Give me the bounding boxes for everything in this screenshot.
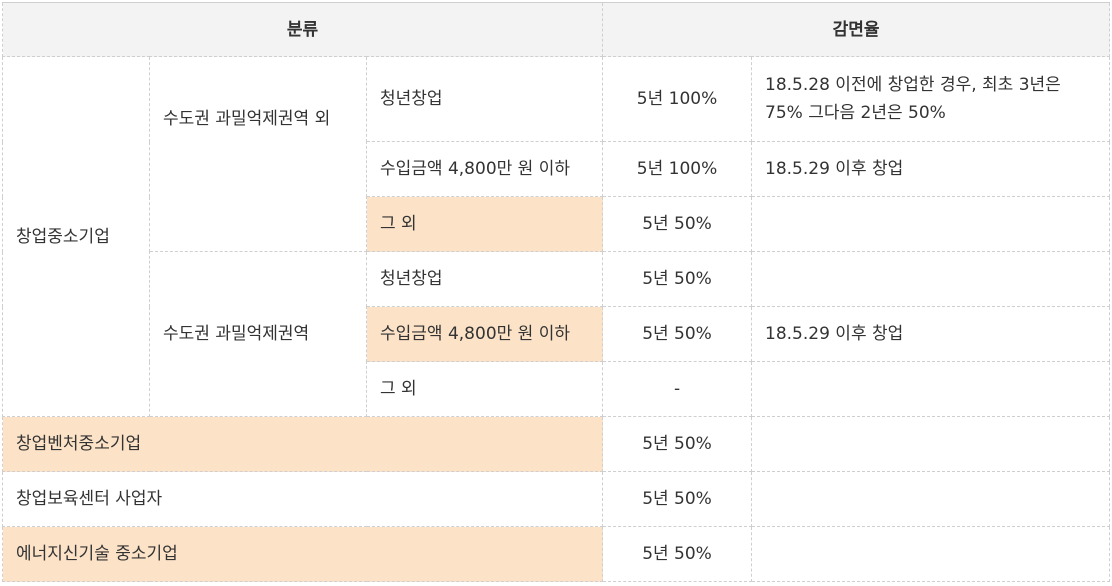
table-header-row: 분류 감면율 <box>1 2 1111 57</box>
rate-cell: 5년 50% <box>602 526 753 582</box>
table-row: 창업벤처중소기업 5년 50% <box>1 416 1111 472</box>
type-cell-highlighted: 수입금액 4,800만 원 이하 <box>365 306 604 362</box>
region-outside-capital: 수도권 과밀억제권역 외 <box>149 56 367 252</box>
note-cell <box>751 526 1111 582</box>
type-cell: 청년창업 <box>365 251 604 307</box>
header-rate: 감면율 <box>602 2 1111 57</box>
note-cell: 18.5.28 이전에 창업한 경우, 최초 3년은 75% 그다음 2년은 5… <box>751 56 1111 142</box>
note-cell <box>751 416 1111 472</box>
rate-cell: 5년 50% <box>602 416 753 472</box>
table-row: 에너지신기술 중소기업 5년 50% <box>1 526 1111 582</box>
type-cell: 청년창업 <box>365 56 604 142</box>
header-category: 분류 <box>1 2 604 57</box>
note-cell <box>751 196 1111 252</box>
note-cell <box>751 471 1111 527</box>
table-row: 창업중소기업 수도권 과밀억제권역 외 청년창업 5년 100% 18.5.28… <box>2 56 1111 417</box>
note-cell <box>751 361 1111 417</box>
note-cell: 18.5.29 이후 창업 <box>751 141 1111 197</box>
rate-cell: 5년 100% <box>602 56 753 142</box>
rate-cell: 5년 50% <box>602 251 753 307</box>
rate-cell: 5년 50% <box>602 471 753 527</box>
rate-cell: - <box>602 361 753 417</box>
rate-cell: 5년 50% <box>602 306 753 362</box>
group-startup-sme: 창업중소기업 <box>2 56 150 417</box>
type-cell-highlighted: 그 외 <box>365 196 604 252</box>
rate-cell: 5년 100% <box>602 141 753 197</box>
type-cell: 수입금액 4,800만 원 이하 <box>365 141 604 197</box>
type-cell: 그 외 <box>365 361 604 417</box>
note-cell <box>751 251 1111 307</box>
rate-cell: 5년 50% <box>602 196 753 252</box>
tax-reduction-table: 분류 감면율 창업중소기업 수도권 과밀억제권역 외 청년창업 5년 100% … <box>1 2 1111 582</box>
region-inside-capital: 수도권 과밀억제권역 <box>149 251 367 417</box>
type-cell-highlighted: 창업벤처중소기업 <box>1 416 604 472</box>
note-cell: 18.5.29 이후 창업 <box>751 306 1111 362</box>
table-row: 창업보육센터 사업자 5년 50% <box>1 471 1111 527</box>
type-cell: 창업보육센터 사업자 <box>1 471 604 527</box>
table-row: 수도권 과밀억제권역 청년창업 5년 50% <box>3 251 1111 417</box>
type-cell-highlighted: 에너지신기술 중소기업 <box>1 526 604 582</box>
